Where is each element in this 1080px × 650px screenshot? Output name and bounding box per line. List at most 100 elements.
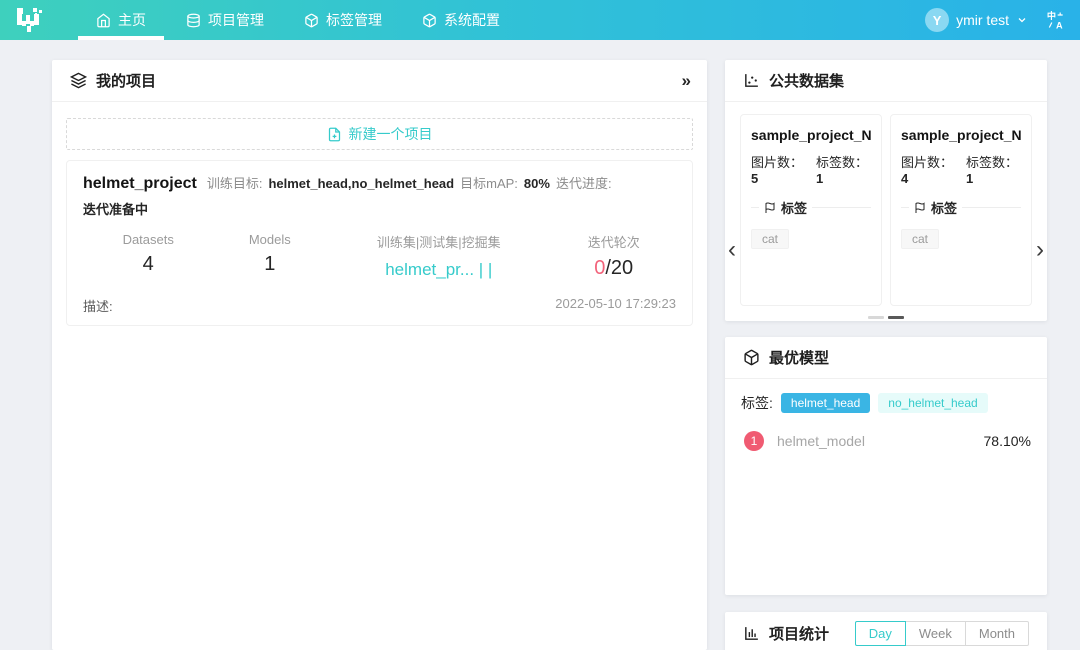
iteration-current: 0 — [594, 257, 605, 279]
panel-title: 项目统计 — [769, 623, 829, 644]
dataset-card[interactable]: sample_project_No... 图片数：5 标签数：1 标签 cat — [740, 114, 882, 306]
ymir-logo[interactable] — [0, 0, 58, 40]
carousel-dot-active[interactable] — [888, 316, 904, 319]
dataset-counts: 图片数：5 标签数：1 — [751, 152, 871, 186]
best-model-body: 标签: helmet_head no_helmet_head 1 helmet_… — [725, 379, 1047, 465]
labels-divider-text: 标签 — [781, 198, 807, 217]
dataset-counts: 图片数：4 标签数：1 — [901, 152, 1021, 186]
nav-item-system-config[interactable]: 系统配置 — [402, 0, 520, 40]
svg-text:中: 中 — [1047, 10, 1056, 21]
svg-text:A: A — [1056, 20, 1063, 30]
file-plus-icon — [327, 127, 342, 142]
train-target-label: 训练目标: — [207, 173, 263, 192]
chevron-down-icon — [1016, 14, 1028, 26]
stat-datasets: Datasets 4 — [83, 232, 213, 280]
home-icon — [96, 13, 111, 28]
project-card-summary: helmet_project 训练目标: helmet_head,no_helm… — [83, 173, 676, 218]
range-button-day[interactable]: Day — [855, 621, 906, 646]
description-label: 描述: — [83, 296, 113, 315]
iteration-progress-value: 迭代准备中 — [83, 199, 148, 218]
stat-label: 迭代轮次 — [551, 232, 676, 251]
main-nav: 主页 项目管理 标签管理 系统配置 — [76, 0, 520, 40]
nav-item-home[interactable]: 主页 — [76, 0, 166, 40]
stat-models: Models 1 — [213, 232, 326, 280]
project-card[interactable]: helmet_project 训练目标: helmet_head,no_helm… — [66, 160, 693, 326]
image-count: 图片数：5 — [751, 152, 806, 186]
panel-title: 我的项目 — [96, 70, 156, 91]
new-project-button[interactable]: 新建一个项目 — [66, 118, 693, 150]
model-name: helmet_model — [777, 433, 865, 449]
my-projects-panel: 我的项目 » 新建一个项目 helmet_project 训练目标: helme… — [52, 60, 707, 650]
carousel-prev-button[interactable]: ‹ — [728, 240, 736, 260]
nav-item-project-management[interactable]: 项目管理 — [166, 0, 284, 40]
range-button-week[interactable]: Week — [905, 621, 966, 646]
tag-chip[interactable]: no_helmet_head — [878, 393, 987, 413]
flag-icon — [914, 202, 926, 214]
range-button-month[interactable]: Month — [965, 621, 1029, 646]
tags-label: 标签: — [741, 393, 773, 413]
labels-divider: 标签 — [901, 198, 1021, 217]
carousel-dot[interactable] — [868, 316, 884, 319]
stat-label: Datasets — [83, 232, 213, 247]
stat-value: 4 — [83, 253, 213, 276]
expand-panel-button[interactable]: » — [682, 71, 689, 91]
project-stats-row: Datasets 4 Models 1 训练集|测试集|挖掘集 helmet_p… — [83, 232, 676, 280]
model-row[interactable]: 1 helmet_model 78.10% — [741, 431, 1031, 451]
project-name: helmet_project — [83, 175, 197, 193]
ymir-logo-icon — [14, 5, 44, 35]
image-count: 图片数：4 — [901, 152, 956, 186]
cube-icon — [743, 349, 760, 366]
train-target-value: helmet_head,no_helmet_head — [268, 176, 454, 191]
panel-title: 最优模型 — [769, 347, 829, 368]
dataset-name: sample_project_No... — [751, 127, 871, 143]
avatar: Y — [925, 8, 949, 32]
language-switch-button[interactable]: 中 A — [1046, 10, 1066, 30]
layers-icon — [70, 72, 87, 89]
stat-label: Models — [213, 232, 326, 247]
nav-item-label: 项目管理 — [208, 10, 264, 30]
dataset-cards: sample_project_No... 图片数：5 标签数：1 标签 cat … — [740, 114, 1032, 306]
stat-value: 1 — [213, 253, 326, 276]
best-model-header: 最优模型 — [725, 337, 1047, 379]
model-tags-row: 标签: helmet_head no_helmet_head — [741, 393, 1031, 413]
iteration-total: /20 — [605, 257, 633, 279]
target-map-value: 80% — [524, 176, 550, 191]
app-header: 主页 项目管理 标签管理 系统配置 Y ymir test — [0, 0, 1080, 40]
header-right: Y ymir test 中 A — [925, 8, 1080, 32]
nav-item-label: 系统配置 — [444, 10, 500, 30]
user-menu[interactable]: Y ymir test — [925, 8, 1028, 32]
project-card-footer: 描述: 2022-05-10 17:29:23 — [83, 296, 676, 315]
stat-value: 0/20 — [551, 257, 676, 280]
bar-chart-icon — [743, 625, 760, 642]
labels-divider-text: 标签 — [931, 198, 957, 217]
label-count: 标签数：1 — [966, 152, 1021, 186]
stat-dataset-groups: 训练集|测试集|挖掘集 helmet_pr... | | — [326, 232, 551, 280]
project-statistics-panel: 项目统计 Day Week Month — [725, 612, 1047, 650]
label-count: 标签数：1 — [816, 152, 871, 186]
model-score: 78.10% — [984, 433, 1031, 449]
username: ymir test — [956, 12, 1009, 28]
dataset-tag: cat — [751, 229, 789, 249]
public-datasets-header: 公共数据集 — [725, 60, 1047, 102]
time-range-group: Day Week Month — [855, 621, 1029, 646]
tag-chip-selected[interactable]: helmet_head — [781, 393, 870, 413]
project-timestamp: 2022-05-10 17:29:23 — [555, 296, 676, 315]
stat-label: 训练集|测试集|挖掘集 — [326, 232, 551, 251]
project-statistics-header: 项目统计 Day Week Month — [725, 612, 1047, 650]
new-project-label: 新建一个项目 — [349, 124, 433, 144]
carousel-pagination — [740, 306, 1032, 327]
iteration-progress-label: 迭代进度: — [556, 173, 612, 192]
nav-item-label-management[interactable]: 标签管理 — [284, 0, 402, 40]
stat-value-link[interactable]: helmet_pr... | | — [326, 257, 551, 280]
nav-item-label: 标签管理 — [326, 10, 382, 30]
target-map-label: 目标mAP: — [460, 173, 518, 192]
cube-icon — [422, 13, 437, 28]
panel-title: 公共数据集 — [769, 70, 844, 91]
dataset-card[interactable]: sample_project_No... 图片数：4 标签数：1 标签 cat — [890, 114, 1032, 306]
nav-item-label: 主页 — [118, 10, 146, 30]
cube-icon — [304, 13, 319, 28]
dataset-name: sample_project_No... — [901, 127, 1021, 143]
database-icon — [186, 13, 201, 28]
datasets-carousel: ‹ › sample_project_No... 图片数：5 标签数：1 标签 … — [725, 102, 1047, 327]
carousel-next-button[interactable]: › — [1036, 240, 1044, 260]
